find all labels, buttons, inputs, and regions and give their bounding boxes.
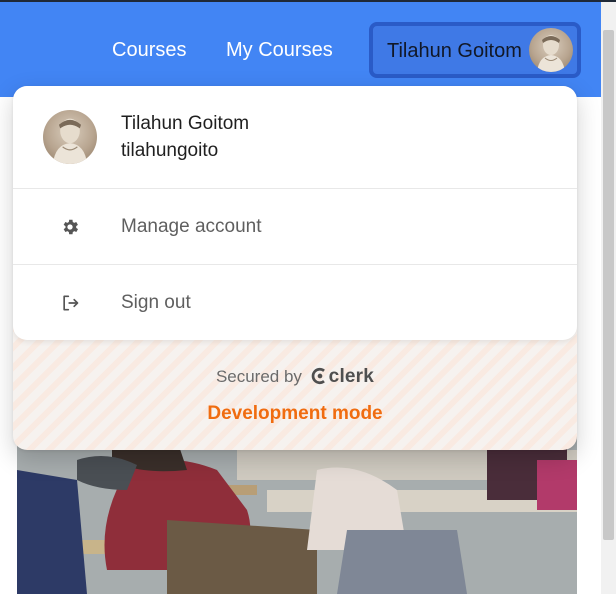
sign-out-label: Sign out — [121, 292, 191, 313]
clerk-logo-icon — [311, 367, 325, 385]
development-mode-badge: Development mode — [207, 403, 383, 424]
avatar — [529, 28, 573, 72]
secured-by-footer: Secured by clerk — [13, 366, 577, 388]
clerk-brand: clerk — [328, 366, 375, 387]
classroom-photo — [17, 430, 577, 594]
profile-avatar — [43, 110, 97, 164]
user-popover: Tilahun Goitom tilahungoito Manage accou… — [13, 86, 577, 450]
secured-by-text: Secured by — [215, 367, 302, 386]
navbar: Courses My Courses Tilahun Goitom — [0, 2, 601, 97]
popover-card: Tilahun Goitom tilahungoito Manage accou… — [13, 86, 577, 340]
gear-icon — [60, 217, 80, 237]
sign-out-button[interactable]: Sign out — [13, 265, 577, 340]
nav-link-courses[interactable]: Courses — [112, 38, 186, 62]
manage-account-button[interactable]: Manage account — [13, 189, 577, 264]
manage-account-label: Manage account — [121, 216, 262, 237]
profile-name: Tilahun Goitom — [121, 113, 250, 134]
sign-out-icon — [60, 293, 80, 313]
user-menu-button[interactable]: Tilahun Goitom — [369, 22, 581, 78]
profile-username: tilahungoito — [121, 140, 219, 161]
scrollbar-thumb[interactable] — [603, 30, 614, 540]
user-button-name: Tilahun Goitom — [387, 40, 522, 62]
nav-link-my-courses[interactable]: My Courses — [226, 38, 333, 62]
